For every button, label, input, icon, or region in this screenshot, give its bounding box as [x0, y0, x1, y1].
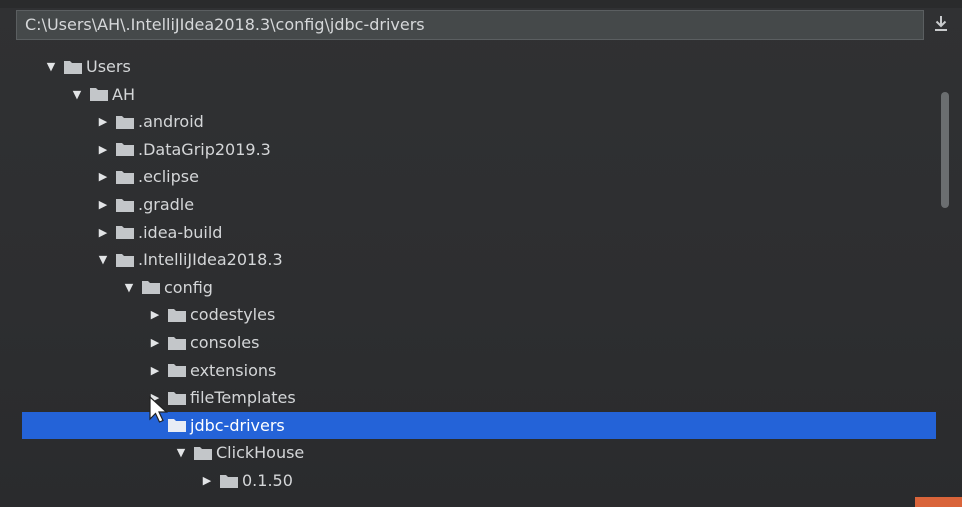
tree-row[interactable]: ▶ consoles — [0, 329, 936, 356]
caret-down-icon[interactable]: ▼ — [44, 60, 58, 74]
tree-item-label: jdbc-drivers — [190, 415, 285, 435]
folder-icon — [168, 391, 186, 405]
file-chooser-window: C:\Users\AH\.IntelliJIdea2018.3\config\j… — [0, 0, 962, 507]
tree-item-label: Users — [86, 57, 131, 76]
tree-row[interactable]: ▶ .eclipse — [0, 163, 936, 190]
folder-icon — [116, 253, 134, 267]
caret-right-icon[interactable]: ▶ — [148, 363, 162, 377]
caret-right-icon[interactable]: ▶ — [96, 225, 110, 239]
caret-down-icon[interactable]: ▼ — [70, 87, 84, 101]
tree-item-label: fileTemplates — [190, 388, 296, 408]
folder-icon — [90, 88, 108, 102]
folder-icon — [116, 198, 134, 212]
tree-row[interactable]: ▶ .DataGrip2019.3 — [0, 136, 936, 163]
folder-icon — [64, 60, 82, 74]
download-icon — [935, 16, 947, 31]
caret-down-icon[interactable]: ▼ — [96, 253, 110, 267]
tree-item-label: .DataGrip2019.3 — [138, 139, 271, 159]
scrollbar-thumb[interactable] — [941, 92, 949, 208]
tree-item-label: .IntelliJIdea2018.3 — [138, 250, 283, 270]
tree-item-label: .gradle — [138, 195, 195, 214]
tree-row[interactable]: ▶ .gradle — [0, 191, 936, 218]
tree-row[interactable]: ▶ extensions — [0, 357, 936, 384]
tree-row[interactable]: ▶ .idea-build — [0, 219, 936, 246]
tree-item-label: codestyles — [190, 305, 276, 325]
caret-right-icon[interactable]: ▶ — [96, 115, 110, 129]
tree-row[interactable]: ▼ Users — [0, 53, 936, 80]
caret-right-icon[interactable]: ▶ — [96, 142, 110, 156]
folder-icon — [116, 226, 134, 240]
folder-icon — [116, 170, 134, 184]
tree-item-label: .android — [138, 112, 204, 132]
folder-icon — [142, 281, 160, 295]
tree-row[interactable]: ▶ codestyles — [0, 301, 936, 328]
caret-down-icon[interactable]: ▼ — [174, 446, 188, 460]
folder-icon — [116, 115, 134, 129]
folder-icon — [194, 446, 212, 460]
tree-row[interactable]: ▶ .android — [0, 108, 936, 135]
tree-row[interactable]: ▼ config — [0, 274, 936, 301]
tree-item-label: extensions — [190, 360, 277, 380]
tree-row[interactable]: ▶ 0.1.50 — [0, 467, 936, 494]
tree-item-label: ClickHouse — [216, 443, 305, 463]
caret-right-icon[interactable]: ▶ — [200, 474, 214, 488]
folder-icon — [220, 474, 238, 488]
tree-row[interactable]: ▼ .IntelliJIdea2018.3 — [0, 246, 936, 273]
caret-right-icon[interactable]: ▶ — [148, 336, 162, 350]
path-input[interactable]: C:\Users\AH\.IntelliJIdea2018.3\config\j… — [16, 10, 924, 40]
tree-item-label: AH — [112, 84, 135, 104]
top-strip — [0, 0, 962, 8]
tree-row[interactable]: ▼ AH — [0, 81, 936, 108]
file-tree: ▼ Users ▼ AH ▶ .android ▶ .DataGrip2019.3 ▶ .ecli… — [0, 52, 936, 507]
tree-item-label: 0.1.50 — [242, 471, 293, 490]
folder-icon — [168, 419, 186, 433]
tree-row[interactable]: ▶ fileTemplates — [0, 384, 936, 411]
mouse-pointer-icon — [149, 395, 169, 423]
tree-row[interactable]: ▼ ClickHouse — [0, 439, 936, 466]
tree-item-label: .eclipse — [138, 167, 199, 187]
caret-right-icon[interactable]: ▶ — [96, 198, 110, 212]
caret-down-icon[interactable]: ▼ — [122, 280, 136, 294]
folder-icon — [168, 308, 186, 322]
caret-right-icon[interactable]: ▶ — [96, 170, 110, 184]
tree-item-label: config — [164, 277, 213, 297]
tree-item-label: consoles — [190, 333, 260, 352]
tree-item-label: .idea-build — [138, 222, 223, 242]
download-button[interactable] — [930, 12, 952, 36]
folder-icon — [168, 364, 186, 378]
corner-accent — [915, 497, 962, 507]
caret-right-icon[interactable]: ▶ — [148, 308, 162, 322]
folder-icon — [116, 143, 134, 157]
folder-icon — [168, 336, 186, 350]
